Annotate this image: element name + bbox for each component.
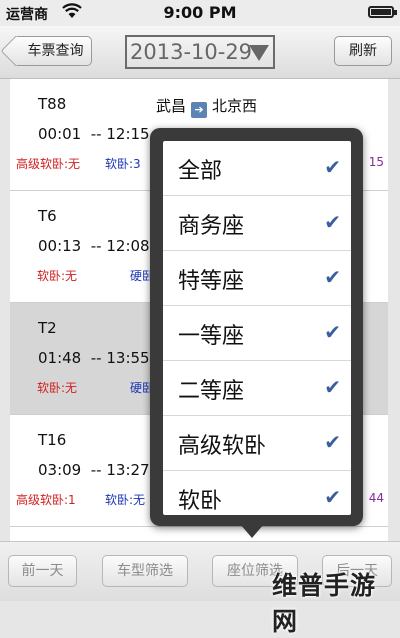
- seat-availability: 软卧:无: [37, 381, 78, 395]
- seat-availability: 高级软卧:1: [16, 493, 76, 507]
- popover-pointer: [240, 524, 264, 538]
- clock: 9:00 PM: [163, 3, 237, 22]
- seat-option-all[interactable]: 全部 ✔: [163, 141, 351, 196]
- seat-availability: 软卧:无: [105, 493, 146, 507]
- train-type-filter-button[interactable]: 车型筛选: [102, 555, 188, 587]
- train-times: 00:01 -- 12:15: [38, 125, 150, 143]
- option-label: 一等座: [178, 324, 245, 349]
- seat-option-business[interactable]: 商务座 ✔: [163, 196, 351, 251]
- train-type-filter-label: 车型筛选: [117, 563, 173, 579]
- option-label: 高级软卧: [178, 434, 267, 459]
- seat-option-premium[interactable]: 特等座 ✔: [163, 251, 351, 306]
- option-label: 全部: [178, 159, 223, 184]
- to-station: 北京西: [212, 97, 258, 115]
- date-value: 2013-10-29: [130, 40, 253, 64]
- dropdown-triangle-icon: [249, 45, 269, 61]
- train-times: 00:13 -- 12:08: [38, 237, 150, 255]
- back-button[interactable]: 车票查询: [16, 36, 92, 66]
- train-code: T16: [38, 431, 67, 449]
- seat-filter-list: 全部 ✔ 商务座 ✔ 特等座 ✔ 一等座 ✔ 二等座 ✔ 高级软卧 ✔ 软卧 ✔: [163, 141, 351, 515]
- checkmark-icon: ✔: [324, 210, 341, 234]
- nav-bar: 车票查询 2013-10-29 刷新: [0, 26, 400, 79]
- seat-availability: 软卧:无: [37, 269, 78, 283]
- refresh-button-label: 刷新: [349, 43, 377, 59]
- refresh-button[interactable]: 刷新: [334, 36, 392, 66]
- prev-day-label: 前一天: [21, 563, 64, 579]
- checkmark-icon: ✔: [324, 375, 341, 399]
- seat-option-deluxe-sleeper[interactable]: 高级软卧 ✔: [163, 416, 351, 471]
- date-picker[interactable]: 2013-10-29: [125, 35, 275, 69]
- seat-availability: 高级软卧:无: [16, 157, 81, 171]
- from-station: 武昌: [156, 97, 187, 115]
- prev-day-button[interactable]: 前一天: [8, 555, 77, 587]
- watermark: 维普手游网: [272, 571, 377, 636]
- train-code: T6: [38, 207, 57, 225]
- seat-count: 15: [368, 155, 384, 169]
- back-button-label: 车票查询: [27, 43, 84, 59]
- option-label: 软卧: [178, 489, 223, 514]
- checkmark-icon: ✔: [324, 485, 341, 509]
- train-times: 01:48 -- 13:55: [38, 349, 150, 367]
- arrow-right-icon: ➔: [191, 102, 208, 118]
- option-label: 二等座: [178, 379, 245, 404]
- train-code: T2: [38, 319, 57, 337]
- seat-filter-popover: 全部 ✔ 商务座 ✔ 特等座 ✔ 一等座 ✔ 二等座 ✔ 高级软卧 ✔ 软卧 ✔: [150, 128, 363, 526]
- seat-option-second-class[interactable]: 二等座 ✔: [163, 361, 351, 416]
- train-route: 武昌 ➔ 北京西: [156, 95, 257, 118]
- option-label: 特等座: [178, 269, 245, 294]
- checkmark-icon: ✔: [324, 320, 341, 344]
- checkmark-icon: ✔: [324, 430, 341, 454]
- seat-option-first-class[interactable]: 一等座 ✔: [163, 306, 351, 361]
- battery-icon: [368, 6, 397, 18]
- seat-count: 44: [368, 491, 384, 505]
- train-times: 03:09 -- 13:27: [38, 461, 150, 479]
- option-label: 商务座: [178, 214, 245, 239]
- checkmark-icon: ✔: [324, 155, 341, 179]
- train-code: T88: [38, 95, 67, 113]
- seat-option-soft-sleeper[interactable]: 软卧 ✔: [163, 471, 351, 515]
- status-bar: 运营商 9:00 PM: [0, 0, 400, 26]
- checkmark-icon: ✔: [324, 265, 341, 289]
- seat-availability: 软卧:3: [105, 157, 141, 171]
